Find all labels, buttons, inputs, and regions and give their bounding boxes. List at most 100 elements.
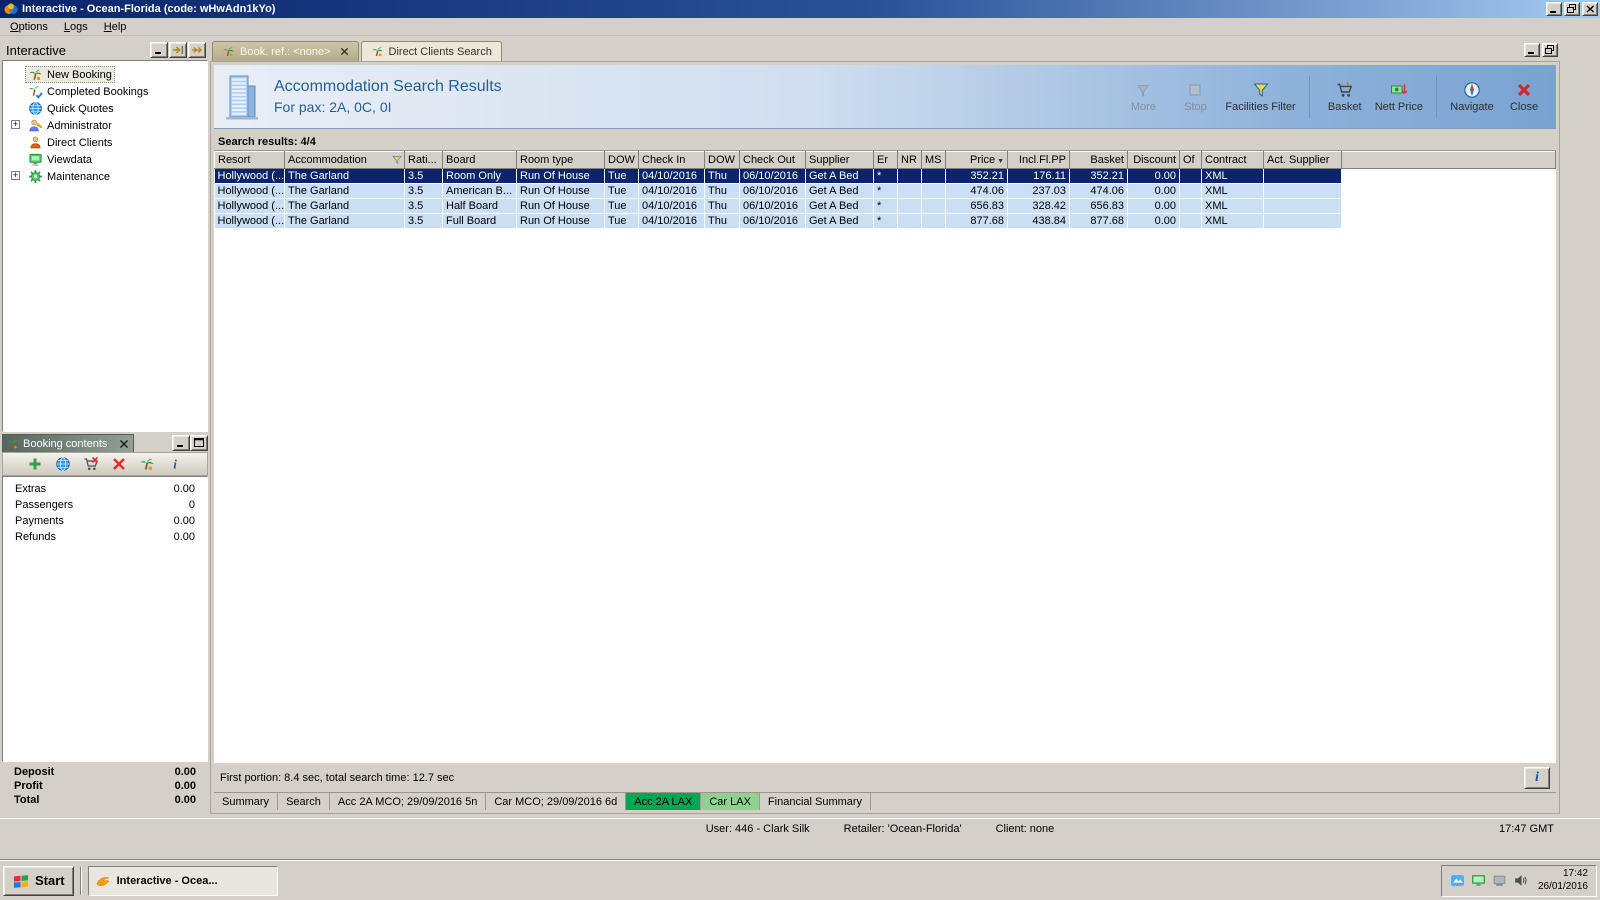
col-check-in-6[interactable]: Check In <box>639 152 705 169</box>
tool-close[interactable]: Close <box>1502 81 1546 113</box>
col-resort-0[interactable]: Resort <box>215 152 285 169</box>
cell: Thu <box>705 214 740 229</box>
column-label: Act. Supplier <box>1267 154 1329 166</box>
tray-volume-icon[interactable] <box>1513 873 1528 888</box>
view-tab-acc-2a-lax[interactable]: Acc 2A LAX <box>626 793 701 810</box>
col-dow-7[interactable]: DOW <box>705 152 740 169</box>
result-row-2[interactable]: Hollywood (...The Garland3.5American B..… <box>215 184 1556 199</box>
tree-item-content: Completed Bookings <box>25 83 152 100</box>
booking-minimize-button[interactable] <box>172 435 190 451</box>
tree-item-administrator[interactable]: +Administrator <box>5 117 205 134</box>
panel-dock-button[interactable] <box>169 42 187 58</box>
tree-item-completed-bookings[interactable]: Completed Bookings <box>5 83 205 100</box>
tray-device-icon[interactable] <box>1492 873 1507 888</box>
col-accommodation-1[interactable]: Accommodation <box>285 152 405 169</box>
expander-icon[interactable]: + <box>11 171 20 180</box>
view-tab-car-mco-29-09-2016-6d[interactable]: Car MCO; 29/09/2016 6d <box>486 793 626 810</box>
cell: 474.06 <box>946 184 1008 199</box>
col-room-type-4[interactable]: Room type <box>517 152 605 169</box>
result-row-3[interactable]: Hollywood (...The Garland3.5Half BoardRu… <box>215 199 1556 214</box>
globe-icon[interactable] <box>55 456 71 472</box>
panel-minimize-button[interactable] <box>150 42 168 58</box>
col-contract-18[interactable]: Contract <box>1202 152 1264 169</box>
task-app-icon <box>95 873 111 889</box>
cell: 0.00 <box>1128 214 1180 229</box>
cell: 176.11 <box>1008 169 1070 184</box>
col-nr-11[interactable]: NR <box>898 152 922 169</box>
menu-logs[interactable]: Logs <box>56 19 96 35</box>
tree-item-maintenance[interactable]: + Maintenance <box>5 168 205 185</box>
cell-filler <box>1342 214 1556 229</box>
view-tab-summary[interactable]: Summary <box>214 793 278 810</box>
cell: XML <box>1202 184 1264 199</box>
close-button[interactable] <box>1582 2 1598 16</box>
add-icon[interactable] <box>27 456 43 472</box>
tab-book-ref-none[interactable]: Book. ref.: <none> <box>212 41 359 61</box>
stop-icon <box>1185 81 1205 99</box>
start-button[interactable]: Start <box>3 866 74 896</box>
tree-item-quick-quotes[interactable]: Quick Quotes <box>5 100 205 117</box>
menu-options[interactable]: Options <box>2 19 56 35</box>
tray-display-icon[interactable] <box>1471 873 1486 888</box>
cell <box>1264 184 1342 199</box>
tool-basket[interactable]: Basket <box>1323 81 1367 113</box>
col-supplier-9[interactable]: Supplier <box>806 152 874 169</box>
palm-icon[interactable] <box>139 456 155 472</box>
booking-maximize-button[interactable] <box>190 435 208 451</box>
mdi-restore-button[interactable] <box>1542 43 1558 57</box>
tree-item-label: Completed Bookings <box>47 86 149 98</box>
tool-facilities-filter[interactable]: Facilities Filter <box>1225 81 1295 113</box>
result-row-4[interactable]: Hollywood (...The Garland3.5Full BoardRu… <box>215 214 1556 229</box>
col-er-10[interactable]: Er <box>874 152 898 169</box>
result-row-1[interactable]: Hollywood (...The Garland3.5Room OnlyRun… <box>215 169 1556 184</box>
col-dow-5[interactable]: DOW <box>605 152 639 169</box>
view-tab-search[interactable]: Search <box>278 793 330 810</box>
mdi-minimize-button[interactable] <box>1524 43 1540 57</box>
col-ms-12[interactable]: MS <box>922 152 946 169</box>
col-discount-16[interactable]: Discount <box>1128 152 1180 169</box>
view-tab-financial-summary[interactable]: Financial Summary <box>760 793 871 810</box>
minimize-button[interactable] <box>1546 2 1562 16</box>
restore-button[interactable] <box>1564 2 1580 16</box>
app-icon <box>4 2 18 16</box>
results-title-block: Accommodation Search Results For pax: 2A… <box>274 77 502 116</box>
basket-x-icon[interactable] <box>83 456 99 472</box>
cell: 656.83 <box>1070 199 1128 214</box>
col-basket-15[interactable]: Basket <box>1070 152 1128 169</box>
col-board-3[interactable]: Board <box>443 152 517 169</box>
tree-item-viewdata[interactable]: Viewdata <box>5 151 205 168</box>
col-incl-fl-pp-14[interactable]: Incl.Fl.PP <box>1008 152 1070 169</box>
info-icon[interactable]: i <box>167 456 183 472</box>
cell: 3.5 <box>405 214 443 229</box>
del-icon[interactable] <box>111 456 127 472</box>
cell: 3.5 <box>405 184 443 199</box>
tree-item-direct-clients[interactable]: Direct Clients <box>5 134 205 151</box>
tool-label: Facilities Filter <box>1225 101 1295 113</box>
col-act-supplier-19[interactable]: Act. Supplier <box>1264 152 1342 169</box>
col-of-17[interactable]: Of <box>1180 152 1202 169</box>
column-filter-icon[interactable] <box>392 155 402 165</box>
info-button[interactable]: i <box>1524 767 1550 789</box>
col-check-out-8[interactable]: Check Out <box>740 152 806 169</box>
col-rati-2[interactable]: Rati... <box>405 152 443 169</box>
palm-check-icon <box>28 84 43 99</box>
menu-help[interactable]: Help <box>96 19 135 35</box>
tray-picture-icon[interactable] <box>1450 873 1465 888</box>
tool-navigate[interactable]: Navigate <box>1450 81 1494 113</box>
tab-direct-clients-search[interactable]: Direct Clients Search <box>361 41 502 61</box>
view-tab-acc-2a-mco-29-09-2016-5n[interactable]: Acc 2A MCO; 29/09/2016 5n <box>330 793 486 810</box>
tree-item-label: Quick Quotes <box>47 103 114 115</box>
tree-item-new-booking[interactable]: New Booking <box>5 66 205 83</box>
panel-pin-button[interactable] <box>188 42 206 58</box>
tree-item-content: Maintenance <box>25 168 113 185</box>
tool-label: More <box>1131 101 1156 113</box>
column-label: DOW <box>708 154 735 166</box>
booking-close-icon[interactable] <box>119 439 129 449</box>
view-tab-car-lax[interactable]: Car LAX <box>701 793 760 810</box>
taskbar-app-button[interactable]: Interactive - Ocea... <box>88 866 278 896</box>
booking-contents-tab[interactable]: Booking contents <box>2 434 134 452</box>
tab-close-icon[interactable] <box>340 47 349 56</box>
col-price-13[interactable]: Price▼ <box>946 152 1008 169</box>
expander-icon[interactable]: + <box>11 120 20 129</box>
tool-nett-price[interactable]: Nett Price <box>1375 81 1423 113</box>
